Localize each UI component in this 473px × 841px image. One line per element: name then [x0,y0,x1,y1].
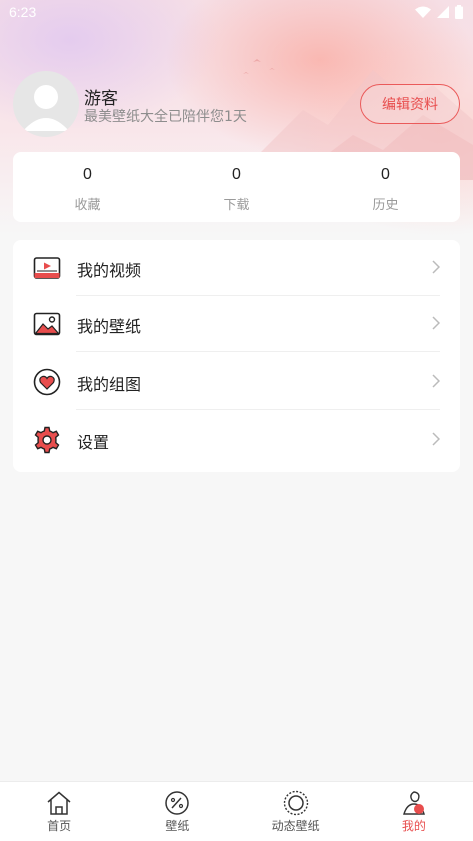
tab-live-wallpaper[interactable]: 动态壁纸 [237,782,355,841]
tab-label: 首页 [47,819,72,833]
stat-history[interactable]: 0 历史 [311,152,460,222]
menu-card: 我的视频 我的壁纸 我的组图 设置 [13,240,460,472]
avatar[interactable] [13,71,79,137]
chevron-right-icon [432,374,440,388]
menu-item-settings[interactable]: 设置 [13,412,460,468]
chevron-right-icon [432,432,440,446]
status-icons [415,5,463,19]
divider [76,351,440,352]
stat-label: 历史 [372,198,399,213]
menu-label: 我的组图 [77,375,142,394]
status-bar: 6:23 [0,0,473,26]
tab-label: 我的 [401,819,426,833]
menu-label: 我的壁纸 [77,317,142,336]
menu-label: 设置 [77,433,110,452]
stat-value: 0 [232,166,241,183]
bottom-tab-bar: 首页 壁纸 动态壁纸 我的 [0,781,473,841]
stat-label: 收藏 [74,198,101,213]
menu-label: 我的视频 [77,261,142,280]
stat-downloads[interactable]: 0 下载 [162,152,311,222]
companion-days-text: 最美壁纸大全已陪伴您1天 [84,109,247,125]
wifi-icon [415,6,431,18]
palette-icon [165,791,190,815]
profile-icon [402,791,425,815]
chevron-right-icon [432,316,440,330]
image-icon [33,312,61,336]
menu-item-my-videos[interactable]: 我的视频 [13,240,460,296]
stat-value: 0 [83,166,92,183]
menu-item-my-wallpapers[interactable]: 我的壁纸 [13,296,460,352]
video-icon [33,257,61,279]
stat-value: 0 [381,166,390,183]
divider [76,409,440,410]
edit-profile-button[interactable]: 编辑资料 [360,84,460,124]
sun-icon [283,790,308,816]
stat-label: 下载 [223,198,250,213]
signal-icon [437,5,449,18]
stat-favorites[interactable]: 0 收藏 [13,152,162,222]
tab-label: 壁纸 [165,819,190,833]
tab-home[interactable]: 首页 [0,782,118,841]
tab-mine[interactable]: 我的 [355,782,473,841]
battery-icon [455,5,463,19]
default-user-icon [23,85,69,131]
status-time: 6:23 [9,4,37,20]
tab-label: 动态壁纸 [271,819,320,833]
chevron-right-icon [432,260,440,274]
home-icon [47,791,71,815]
menu-item-my-albums[interactable]: 我的组图 [13,354,460,410]
gear-icon [34,426,60,454]
tab-wallpaper[interactable]: 壁纸 [118,782,236,841]
heart-icon [33,368,61,396]
stats-card: 0 收藏 0 下载 0 历史 [13,152,460,222]
